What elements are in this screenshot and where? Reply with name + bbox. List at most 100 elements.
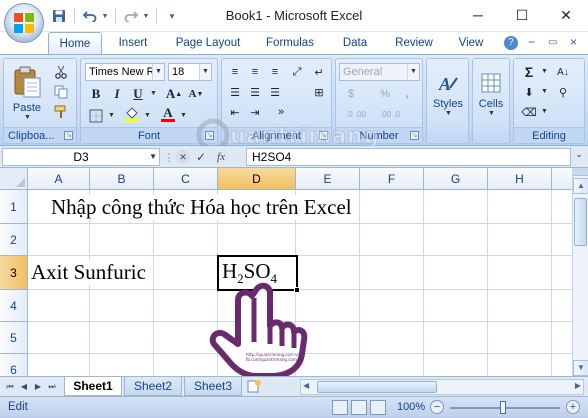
page-break-view-icon[interactable] (370, 400, 386, 415)
sort-filter-icon[interactable]: A↓ (554, 63, 572, 81)
zoom-level[interactable]: 100% (397, 401, 425, 413)
paste-button[interactable]: Paste ▼ (7, 61, 47, 125)
scroll-down-icon[interactable]: ▼ (573, 360, 588, 376)
ribbon-close-icon[interactable]: × (570, 35, 577, 49)
next-sheet-icon[interactable]: ▶ (32, 380, 44, 394)
wrap-text-icon[interactable]: ↵ (310, 63, 328, 81)
scroll-up-icon[interactable]: ▲ (573, 178, 588, 194)
page-layout-view-icon[interactable] (351, 400, 367, 415)
tab-view[interactable]: View (452, 32, 490, 54)
fill-dropdown-icon[interactable]: ▼ (541, 88, 548, 95)
row-header-2[interactable]: 2 (0, 224, 28, 256)
align-bottom-icon[interactable]: ≡ (266, 63, 284, 81)
decrease-decimal-button[interactable]: .00 .0 (376, 105, 404, 123)
cell-a3[interactable]: Axit Sunfuric (31, 260, 150, 285)
tab-insert[interactable]: Insert (110, 32, 156, 54)
formula-input[interactable]: H2SO4 (246, 148, 571, 166)
column-header-c[interactable]: C (154, 168, 218, 190)
cut-icon[interactable] (52, 63, 70, 81)
horizontal-scrollbar[interactable]: ◀ ▶ (300, 379, 584, 395)
last-sheet-icon[interactable]: ⏭ (46, 380, 58, 394)
zoom-slider-thumb[interactable] (500, 401, 506, 414)
increase-indent-icon[interactable]: ⇥ (246, 103, 264, 121)
row-header-5[interactable]: 5 (0, 322, 28, 354)
help-icon[interactable]: ? (504, 36, 518, 50)
zoom-in-icon[interactable]: + (566, 400, 580, 414)
row-header-1[interactable]: 1 (0, 190, 28, 224)
sheet-tab-sheet2[interactable]: Sheet2 (124, 377, 182, 396)
merge-center-icon[interactable]: ⊞ (310, 83, 328, 101)
enter-icon[interactable]: ✓ (192, 149, 210, 165)
font-name-combo[interactable]: Times New Ro ▼ (85, 63, 165, 81)
office-button[interactable] (4, 3, 44, 43)
column-header-e[interactable]: E (296, 168, 360, 190)
column-header-g[interactable]: G (424, 168, 488, 190)
vertical-scroll-thumb[interactable] (574, 198, 587, 246)
column-header-b[interactable]: B (90, 168, 154, 190)
clear-icon[interactable]: ⌫ (520, 103, 538, 121)
fill-color-icon[interactable] (123, 105, 141, 123)
row-header-3[interactable]: 3 (0, 256, 28, 290)
bold-button[interactable]: B (87, 85, 105, 103)
styles-button[interactable]: A Styles ▼ (428, 63, 468, 125)
autosum-dropdown-icon[interactable]: ▼ (541, 68, 548, 75)
tab-data[interactable]: Data (334, 32, 376, 54)
underline-button[interactable]: U (129, 85, 147, 103)
tab-home[interactable]: Home (48, 32, 102, 54)
vertical-scrollbar[interactable]: ▲ ▼ (572, 168, 588, 376)
orientation-icon[interactable]: ⤢ (288, 63, 306, 81)
formula-options-icon[interactable]: ⋮ (164, 149, 175, 165)
increase-decimal-button[interactable]: .0 .00 (342, 105, 370, 123)
align-center-icon[interactable]: ☰ (246, 83, 264, 101)
align-top-icon[interactable]: ≡ (226, 63, 244, 81)
borders-icon[interactable] (87, 107, 105, 125)
underline-dropdown-icon[interactable]: ▼ (150, 90, 157, 97)
column-header-h[interactable]: H (488, 168, 552, 190)
fill-color-dropdown-icon[interactable]: ▼ (144, 112, 151, 119)
row-header-6[interactable]: 6 (0, 354, 28, 376)
comma-button[interactable]: , (398, 85, 416, 103)
tab-page-layout[interactable]: Page Layout (170, 32, 246, 54)
text-direction-icon[interactable]: » (272, 103, 290, 121)
grow-font-icon[interactable]: A ▲ (165, 85, 183, 103)
tab-review[interactable]: Review (388, 32, 440, 54)
clipboard-launcher-icon[interactable]: ↘ (64, 131, 73, 140)
clear-dropdown-icon[interactable]: ▼ (541, 108, 548, 115)
cell-a1[interactable]: Nhập công thức Hóa học trên Excel (49, 195, 354, 220)
column-header-d[interactable]: D (218, 168, 296, 190)
fill-icon[interactable]: ⬇ (520, 83, 538, 101)
select-all-button[interactable] (0, 168, 28, 190)
shrink-font-icon[interactable]: A ▼ (187, 85, 205, 103)
scroll-right-icon[interactable]: ▶ (575, 381, 581, 390)
insert-sheet-icon[interactable] (246, 379, 262, 394)
scroll-left-icon[interactable]: ◀ (303, 381, 309, 390)
insert-function-icon[interactable]: fx (212, 149, 230, 165)
number-launcher-icon[interactable]: ↘ (410, 131, 419, 140)
normal-view-icon[interactable] (332, 400, 348, 415)
alignment-launcher-icon[interactable]: ↘ (319, 131, 328, 140)
row-header-4[interactable]: 4 (0, 290, 28, 322)
zoom-out-icon[interactable]: − (430, 400, 444, 414)
split-handle[interactable] (573, 168, 588, 176)
expand-formula-bar-icon[interactable]: ⌄ (572, 149, 586, 165)
autosum-button[interactable]: Σ (520, 63, 538, 81)
align-middle-icon[interactable]: ≡ (246, 63, 264, 81)
cells-button[interactable]: Cells ▼ (473, 63, 509, 125)
align-left-icon[interactable]: ☰ (226, 83, 244, 101)
font-color-icon[interactable]: A (159, 105, 177, 123)
column-header-f[interactable]: F (360, 168, 424, 190)
first-sheet-icon[interactable]: ⏮ (4, 380, 16, 394)
font-size-combo[interactable]: 18 ▼ (168, 63, 212, 81)
horizontal-scroll-thumb[interactable] (317, 381, 437, 393)
format-painter-icon[interactable] (52, 103, 70, 121)
name-box[interactable]: D3 ▼ (2, 148, 160, 166)
ribbon-minimize-icon[interactable]: − (528, 35, 535, 49)
number-format-combo[interactable]: General ▼ (339, 63, 420, 81)
decrease-indent-icon[interactable]: ⇤ (226, 103, 244, 121)
column-header-a[interactable]: A (28, 168, 90, 190)
align-right-icon[interactable]: ☰ (266, 83, 284, 101)
font-color-dropdown-icon[interactable]: ▼ (180, 112, 187, 119)
borders-dropdown-icon[interactable]: ▼ (108, 112, 115, 119)
find-select-icon[interactable]: ⚲ (554, 83, 572, 101)
sheet-tab-sheet3[interactable]: Sheet3 (184, 377, 242, 396)
